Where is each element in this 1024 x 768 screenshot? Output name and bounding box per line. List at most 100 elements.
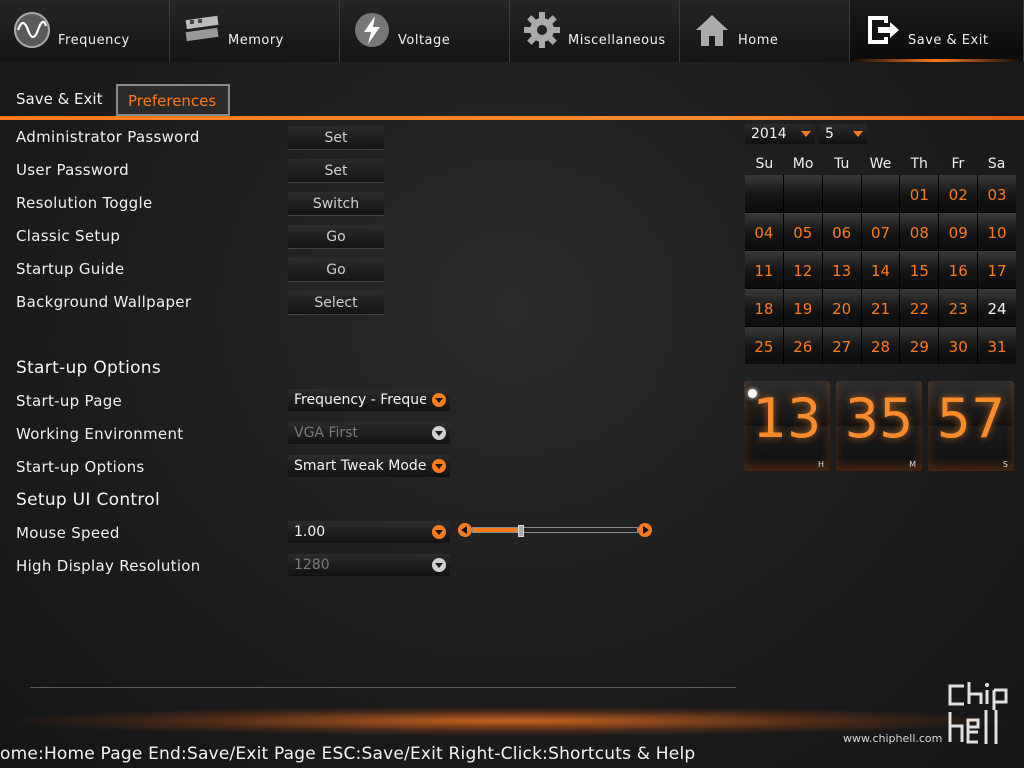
weekday-header: Fr xyxy=(951,156,965,172)
calendar-day[interactable]: 25 xyxy=(745,327,783,364)
calendar-day[interactable]: 30 xyxy=(939,327,978,364)
calendar-day[interactable]: 19 xyxy=(783,289,822,326)
calendar-day[interactable]: 04 xyxy=(745,213,783,250)
calendar-day[interactable]: 22 xyxy=(900,289,939,326)
calendar-day[interactable]: 10 xyxy=(978,213,1016,250)
calendar-day[interactable]: 27 xyxy=(822,327,861,364)
calendar-day[interactable]: 01 xyxy=(900,175,939,212)
calendar-day[interactable]: 06 xyxy=(822,213,861,250)
weekday-header: Su xyxy=(755,156,774,172)
tab-home[interactable]: Home xyxy=(680,0,850,62)
calendar-day[interactable]: 18 xyxy=(745,289,783,326)
admin-password-set-button[interactable]: Set xyxy=(288,126,384,150)
calendar-day[interactable]: 28 xyxy=(861,327,900,364)
calendar-day[interactable]: 08 xyxy=(900,213,939,250)
chevron-down-icon xyxy=(432,525,446,539)
tab-save-exit[interactable]: Save & Exit xyxy=(850,0,1024,62)
calendar-empty-cell xyxy=(783,175,822,212)
tab-miscellaneous[interactable]: Miscellaneous xyxy=(510,0,680,62)
clock-seconds-unit: S xyxy=(1002,460,1008,469)
chevron-down-icon xyxy=(432,558,446,572)
high-display-resolution-value: 1280 xyxy=(294,557,330,573)
calendar-day[interactable]: 14 xyxy=(861,251,900,288)
high-display-resolution-dropdown: 1280 xyxy=(288,554,450,576)
tab-voltage-label: Voltage xyxy=(398,33,451,48)
top-nav: Frequency Memory Voltage Miscellaneous H… xyxy=(0,0,1024,62)
calendar-day[interactable]: 21 xyxy=(861,289,900,326)
calendar-day[interactable]: 05 xyxy=(783,213,822,250)
high-display-resolution-label: High Display Resolution xyxy=(16,557,201,575)
chevron-down-icon xyxy=(801,131,811,137)
tab-voltage[interactable]: Voltage xyxy=(340,0,510,62)
calendar-weekdays: Su Mo Tu We Th Fr Sa xyxy=(745,153,1016,175)
month-value: 5 xyxy=(825,126,834,142)
tab-memory[interactable]: Memory xyxy=(170,0,340,62)
resolution-toggle-switch-button[interactable]: Switch xyxy=(288,192,384,216)
gear-icon xyxy=(524,12,560,48)
calendar-day[interactable]: 31 xyxy=(978,327,1016,364)
frequency-icon xyxy=(14,12,50,48)
background-wallpaper-label: Background Wallpaper xyxy=(16,293,192,311)
working-environment-value: VGA First xyxy=(294,425,358,441)
startup-guide-label: Startup Guide xyxy=(16,260,125,278)
clock-minutes-unit: M xyxy=(909,460,916,469)
calendar-days: 01 02 03 04 05 06 07 08 09 10 11 12 13 14 15 16 17 18 19 20… xyxy=(745,175,1016,364)
calendar-day[interactable]: 12 xyxy=(783,251,822,288)
calendar-day[interactable]: 07 xyxy=(861,213,900,250)
calendar-day[interactable]: 11 xyxy=(745,251,783,288)
user-password-set-button[interactable]: Set xyxy=(288,159,384,183)
calendar: Su Mo Tu We Th Fr Sa 01 02 03 04 05 06 07 08 09 10 11 12 1… xyxy=(745,153,1016,364)
calendar-empty-cell xyxy=(745,175,783,212)
startup-guide-go-button[interactable]: Go xyxy=(288,258,384,282)
calendar-day[interactable]: 02 xyxy=(939,175,978,212)
background-wallpaper-select-button[interactable]: Select xyxy=(288,291,384,315)
calendar-day[interactable]: 09 xyxy=(939,213,978,250)
tab-miscellaneous-label: Miscellaneous xyxy=(568,33,666,48)
year-value: 2014 xyxy=(751,126,787,142)
slider-right-arrow-icon[interactable] xyxy=(638,523,652,537)
month-select[interactable]: 5 xyxy=(819,124,867,144)
clock-seconds: 57 S xyxy=(928,381,1014,471)
mouse-speed-dropdown[interactable]: 1.00 xyxy=(288,521,450,543)
memory-icon xyxy=(185,15,219,42)
tab-frequency-label: Frequency xyxy=(58,33,130,48)
calendar-day[interactable]: 20 xyxy=(822,289,861,326)
slider-track[interactable] xyxy=(472,525,638,537)
calendar-day[interactable]: 15 xyxy=(900,251,939,288)
clock-seconds-value: 57 xyxy=(936,387,1006,450)
startup-options-dropdown[interactable]: Smart Tweak Mode xyxy=(288,455,450,477)
chevron-down-icon xyxy=(432,459,446,473)
mouse-speed-slider[interactable] xyxy=(458,522,652,538)
calendar-day[interactable]: 23 xyxy=(939,289,978,326)
subtab-preferences[interactable]: Preferences xyxy=(116,84,230,116)
tab-frequency[interactable]: Frequency xyxy=(0,0,170,62)
home-icon xyxy=(696,15,728,46)
tab-underline xyxy=(0,116,1024,120)
classic-setup-go-button[interactable]: Go xyxy=(288,225,384,249)
help-bar: ome:Home Page End:Save/Exit Page ESC:Sav… xyxy=(0,744,696,764)
divider xyxy=(30,687,736,688)
calendar-day[interactable]: 24 xyxy=(978,289,1016,326)
startup-page-dropdown[interactable]: Frequency - Frequency xyxy=(288,389,450,411)
year-select[interactable]: 2014 xyxy=(745,124,815,144)
admin-password-label: Administrator Password xyxy=(16,128,200,146)
calendar-day[interactable]: 13 xyxy=(822,251,861,288)
slider-left-arrow-icon[interactable] xyxy=(458,523,472,537)
user-password-label: User Password xyxy=(16,161,129,179)
weekday-header: We xyxy=(869,156,892,172)
mouse-speed-value: 1.00 xyxy=(294,524,326,540)
chevron-down-icon xyxy=(432,426,446,440)
calendar-empty-cell xyxy=(822,175,861,212)
startup-options-value: Smart Tweak Mode xyxy=(294,458,426,474)
calendar-day[interactable]: 16 xyxy=(939,251,978,288)
slider-handle[interactable] xyxy=(517,525,524,537)
exit-icon xyxy=(868,16,899,44)
clock-minutes: 35 M xyxy=(836,381,922,471)
startup-options-title: Start-up Options xyxy=(16,358,162,378)
calendar-day[interactable]: 29 xyxy=(900,327,939,364)
subtab-save-exit[interactable]: Save & Exit xyxy=(6,84,112,116)
calendar-day[interactable]: 17 xyxy=(978,251,1016,288)
calendar-day[interactable]: 03 xyxy=(978,175,1016,212)
calendar-day[interactable]: 26 xyxy=(783,327,822,364)
chevron-down-icon xyxy=(853,131,863,137)
